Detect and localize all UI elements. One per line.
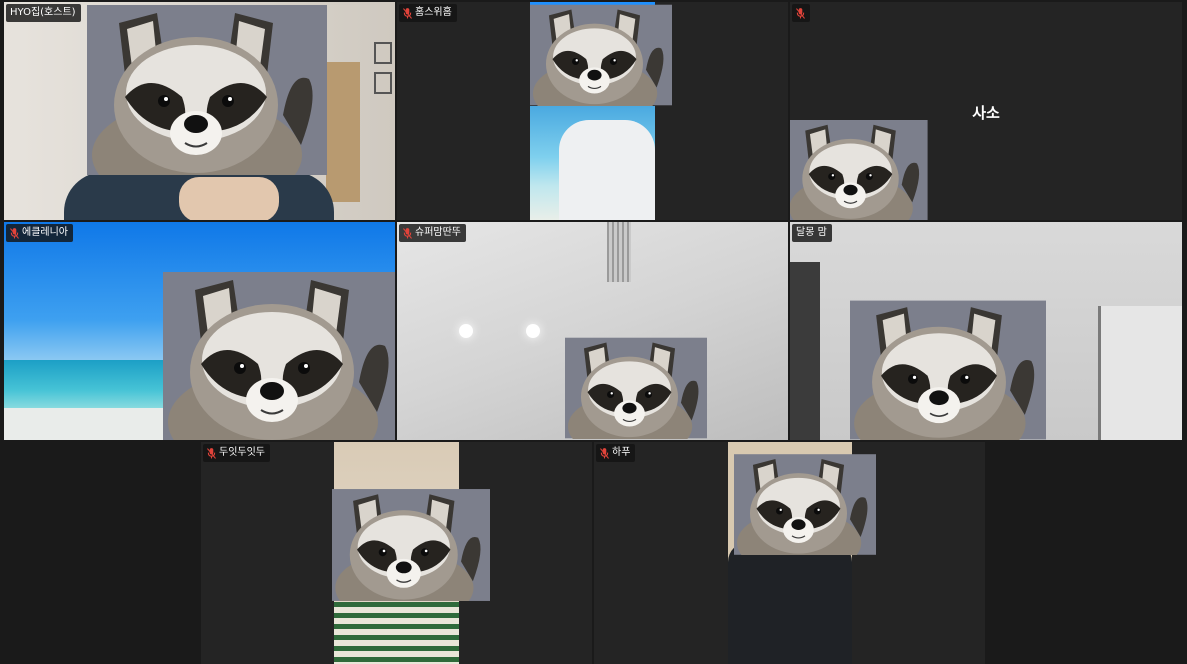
- mic-muted-icon: [403, 227, 412, 239]
- mic-muted-icon: [796, 7, 805, 19]
- participant-name-tag: [792, 4, 810, 22]
- raccoon-overlay-icon: [734, 454, 876, 555]
- participant-name-tag: 하푸: [596, 444, 636, 462]
- participant-name: HYO집(호스트): [10, 7, 76, 18]
- wall-panel: [1098, 306, 1182, 440]
- participant-name-tag: 두잇두잇두: [203, 444, 270, 462]
- video-tile-hyo[interactable]: HYO집(호스트): [4, 2, 395, 220]
- participant-name: 에클레니아: [22, 227, 68, 238]
- person-hands: [179, 177, 279, 220]
- ceiling-light-1: [459, 324, 473, 338]
- raccoon-overlay-icon: [163, 272, 395, 440]
- participant-name-tag: HYO집(호스트): [6, 4, 81, 22]
- raccoon-overlay-icon: [850, 300, 1046, 440]
- video-tile-dalmom[interactable]: 달몽 맘: [790, 222, 1182, 440]
- video-tile-ekklesia[interactable]: 에클레니아: [4, 222, 395, 440]
- striped-shirt: [334, 602, 459, 664]
- mic-muted-icon: [403, 7, 412, 19]
- raccoon-overlay-icon: [530, 4, 672, 106]
- frame-2: [374, 72, 392, 94]
- participant-name-tag: 슈퍼맘딴뚜: [399, 224, 466, 242]
- raccoon-overlay-icon: [565, 337, 707, 439]
- raccoon-overlay-icon: [87, 5, 327, 175]
- mic-muted-icon: [600, 447, 609, 459]
- participant-name: 홈스위홈: [415, 7, 452, 18]
- participant-name-tag: 달몽 맘: [792, 224, 832, 242]
- vent: [607, 222, 631, 282]
- dark-corner: [790, 262, 820, 440]
- raccoon-overlay-icon: [790, 120, 928, 220]
- participant-name-tag: 홈스위홈: [399, 4, 457, 22]
- video-tile-homeschool[interactable]: 홈스위홈: [397, 2, 788, 220]
- shelf: [326, 62, 360, 202]
- video-tile-saso[interactable]: 사소: [790, 2, 1182, 220]
- raccoon-overlay-icon: [332, 489, 490, 601]
- dark-shirt: [728, 542, 852, 664]
- participant-name: 하푸: [612, 447, 631, 458]
- video-tile-hapu[interactable]: 하푸: [594, 442, 985, 664]
- person-shirt: [559, 120, 655, 220]
- frame-1: [374, 42, 392, 64]
- video-tile-doit[interactable]: 두잇두잇두: [201, 442, 592, 664]
- mic-muted-icon: [207, 447, 216, 459]
- participant-name: 달몽 맘: [796, 227, 827, 238]
- participant-name: 두잇두잇두: [219, 447, 265, 458]
- ceiling-light-2: [526, 324, 540, 338]
- participant-name-tag: 에클레니아: [6, 224, 73, 242]
- mic-muted-icon: [10, 227, 19, 239]
- participant-name: 슈퍼맘딴뚜: [415, 227, 461, 238]
- video-tile-superdad[interactable]: 슈퍼맘딴뚜: [397, 222, 788, 440]
